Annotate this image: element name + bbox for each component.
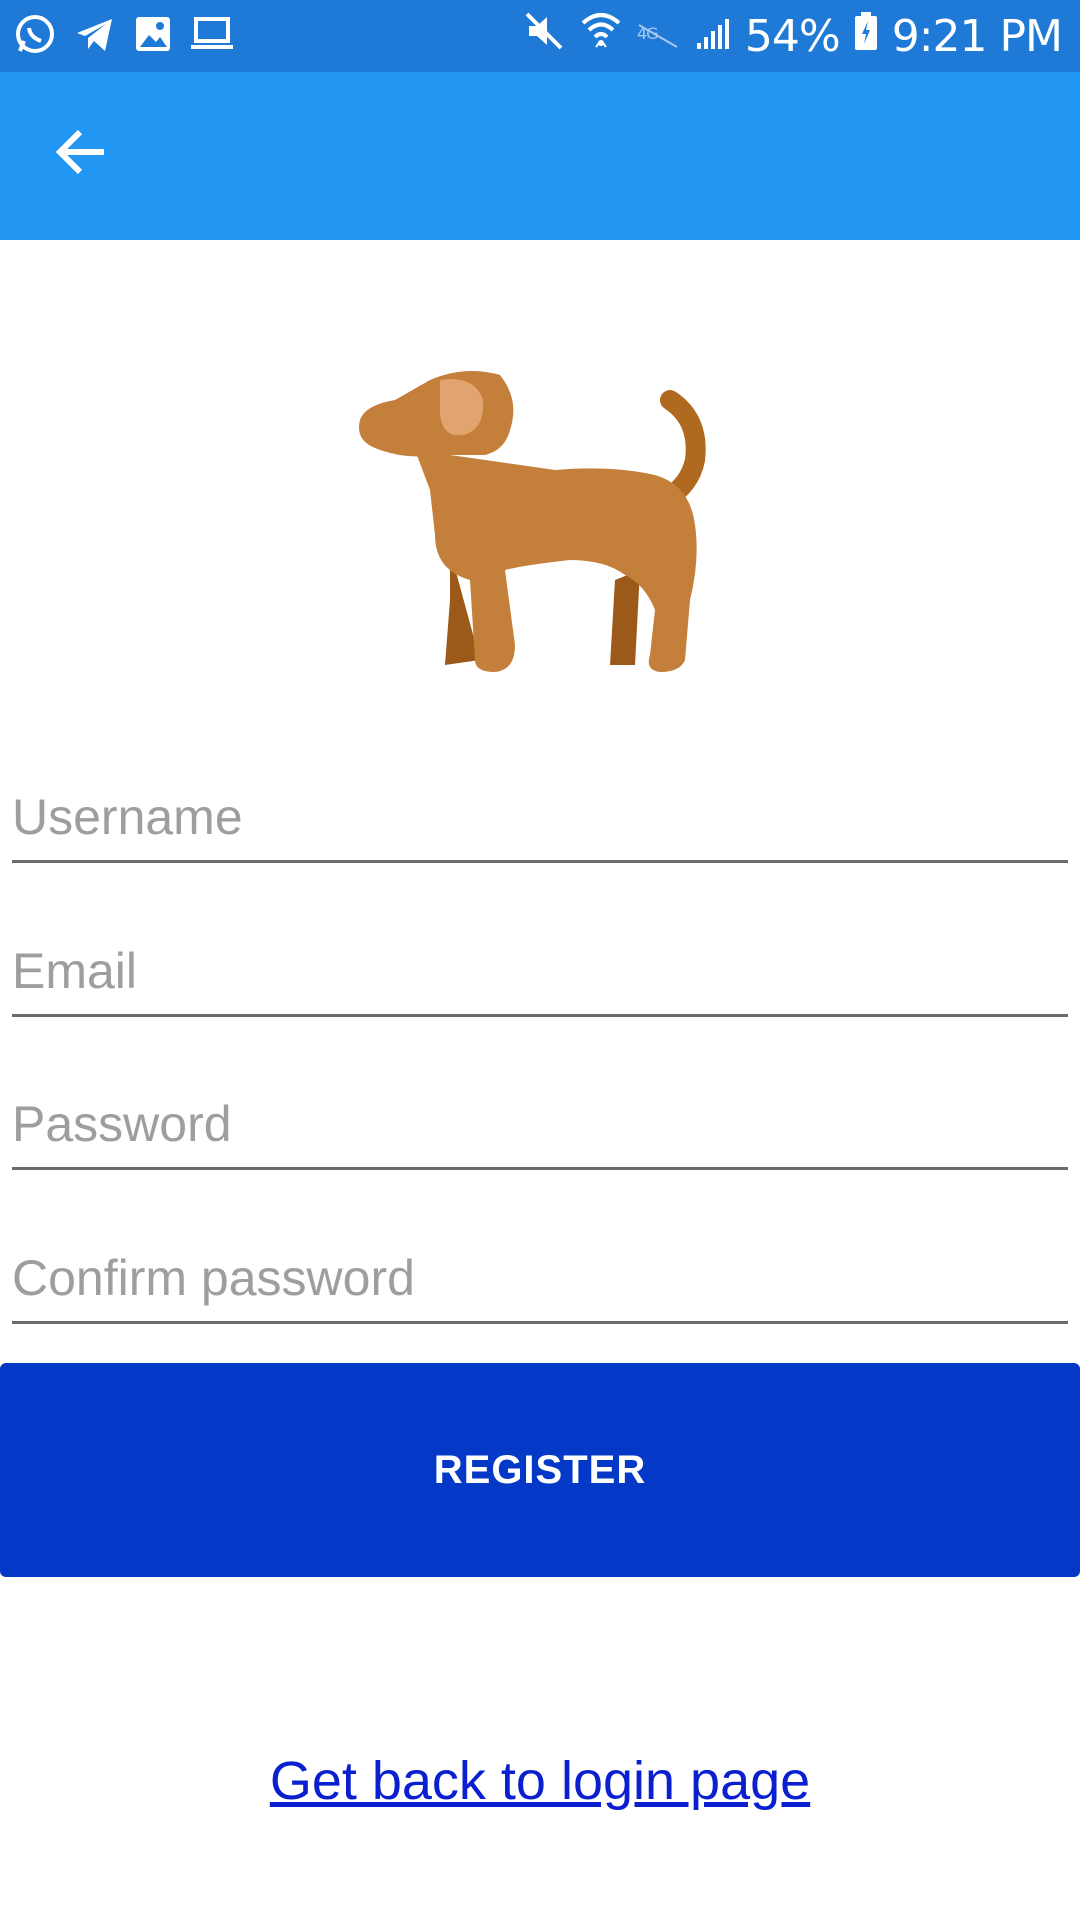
register-button[interactable]: REGISTER: [0, 1363, 1080, 1577]
confirm-password-field[interactable]: [12, 1231, 1068, 1324]
whatsapp-icon: [14, 13, 56, 60]
email-field[interactable]: [12, 924, 1068, 1017]
battery-icon: [854, 11, 878, 62]
wifi-icon: [579, 9, 623, 64]
telegram-icon: [74, 13, 116, 60]
lte-icon: 4G: [637, 11, 681, 62]
system-icons: 4G 54% 9:21 PM: [523, 9, 1063, 64]
back-button[interactable]: [40, 112, 124, 196]
login-link[interactable]: Get back to login page: [0, 1750, 1080, 1812]
password-input[interactable]: [12, 1089, 1068, 1159]
mute-icon: [523, 10, 565, 63]
dog-icon: [355, 360, 725, 695]
laptop-icon: [190, 15, 234, 58]
confirm-password-input[interactable]: [12, 1243, 1068, 1313]
clock: 9:21 PM: [891, 10, 1063, 62]
username-field[interactable]: [12, 770, 1068, 863]
password-field[interactable]: [12, 1077, 1068, 1170]
status-bar: 4G 54% 9:21 PM: [0, 0, 1080, 72]
email-input[interactable]: [12, 936, 1068, 1006]
username-input[interactable]: [12, 782, 1068, 852]
logo: [355, 360, 725, 690]
notification-icons: [14, 14, 234, 58]
image-icon: [134, 15, 172, 58]
arrow-left-icon: [54, 124, 110, 185]
signal-icon: [695, 11, 731, 62]
battery-percent: 54%: [744, 10, 841, 62]
app-bar: [0, 72, 1080, 240]
